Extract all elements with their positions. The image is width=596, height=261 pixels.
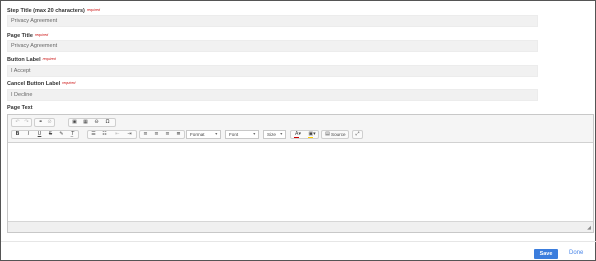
save-button[interactable]: Save [534,249,558,259]
size-select[interactable]: Size ▼ [263,130,286,139]
unlink-icon[interactable]: ⊘ [45,119,54,126]
resize-grip-icon[interactable]: ◢ [587,225,591,231]
font-select-label: Font [229,132,239,137]
link-icon[interactable]: ⚭ [36,119,45,126]
step-title-label: Step Title (max 20 characters) required [7,8,100,14]
background-color-icon[interactable]: ▣▾ [306,131,318,138]
maximize-icon: ⤢ [355,131,360,137]
bulleted-list-icon[interactable]: ☷ [100,131,109,138]
footer-divider [1,241,596,242]
copy-format-icon[interactable]: ✎ [57,131,66,138]
editor-toolbar: ↶ ↷ ⚭ ⊘ ▣ ▦ ⊖ Ω B I U S ✎ T̲ ☰ ☷ ⇤ ⇥ ≡ ≡… [8,115,593,143]
increase-indent-icon[interactable]: ⇥ [125,131,134,138]
toolbar-group-links: ⚭ ⊘ [34,118,55,127]
required-marker: required [86,8,101,12]
page-text-label: Page Text [7,105,33,111]
toolbar-group-align: ≡ ≡ ≡ ≣ [139,130,185,139]
redo-icon[interactable]: ↷ [22,119,31,126]
text-color-icon[interactable]: A▾ [292,131,304,138]
horizontal-line-icon[interactable]: ⊖ [92,119,101,126]
editor-status-bar: ◢ [8,221,593,232]
size-select-label: Size [267,132,276,137]
image-icon[interactable]: ▣ [70,119,79,126]
toolbar-group-colors: A▾ ▣▾ [290,130,319,139]
cancel-button-label-input[interactable]: I Decline [7,89,538,101]
strikethrough-icon[interactable]: S [46,131,55,138]
page-title-label-text: Page Title [7,33,33,39]
toolbar-group-lists: ☰ ☷ ⇤ ⇥ [87,130,137,139]
underline-icon[interactable]: U [35,131,44,138]
justify-icon[interactable]: ≣ [174,131,183,138]
maximize-button[interactable]: ⤢ [352,130,363,139]
button-label-input[interactable]: I Accept [7,65,538,77]
bold-icon[interactable]: B [13,131,22,138]
source-button[interactable]: ▤ Source [321,130,349,139]
chevron-down-icon: ▼ [214,132,218,136]
undo-icon[interactable]: ↶ [13,119,22,126]
editor-content-area[interactable] [8,143,593,222]
rich-text-editor: ↶ ↷ ⚭ ⊘ ▣ ▦ ⊖ Ω B I U S ✎ T̲ ☰ ☷ ⇤ ⇥ ≡ ≡… [7,114,594,233]
format-select[interactable]: Format ▼ [186,130,221,139]
step-title-input[interactable]: Privacy Agreement [7,15,538,27]
chevron-down-icon: ▼ [279,132,283,136]
italic-icon[interactable]: I [24,131,33,138]
format-select-label: Format [190,132,205,137]
background-color-swatch [308,137,313,138]
page-title-label: Page Title required [7,33,48,39]
toolbar-group-insert: ▣ ▦ ⊖ Ω [68,118,116,127]
toolbar-group-basic-styles: B I U S ✎ T̲ [11,130,79,139]
align-center-icon[interactable]: ≡ [152,131,161,138]
required-marker: required [62,81,76,85]
toolbar-group-history: ↶ ↷ [11,118,32,127]
cancel-button-label-label-text: Cancel Button Label [7,81,61,87]
required-marker: required [34,33,49,37]
button-label-label: Button Label required [7,57,56,63]
step-title-label-text: Step Title (max 20 characters) [7,8,85,14]
remove-format-icon[interactable]: T̲ [68,131,77,138]
dialog-frame: Step Title (max 20 characters) required P… [0,0,596,261]
cancel-button-label-label: Cancel Button Label required [7,81,75,87]
numbered-list-icon[interactable]: ☰ [89,131,98,138]
special-character-icon[interactable]: Ω [103,119,112,126]
required-marker: required [42,57,56,61]
align-right-icon[interactable]: ≡ [163,131,172,138]
decrease-indent-icon[interactable]: ⇤ [113,131,122,138]
align-left-icon[interactable]: ≡ [141,131,150,138]
text-color-swatch [294,137,299,138]
page-title-input[interactable]: Privacy Agreement [7,40,538,52]
source-label: Source [331,132,346,137]
font-select[interactable]: Font ▼ [225,130,259,139]
table-icon[interactable]: ▦ [81,119,90,126]
done-link[interactable]: Done [569,250,583,256]
button-label-label-text: Button Label [7,57,41,63]
chevron-down-icon: ▼ [252,132,256,136]
